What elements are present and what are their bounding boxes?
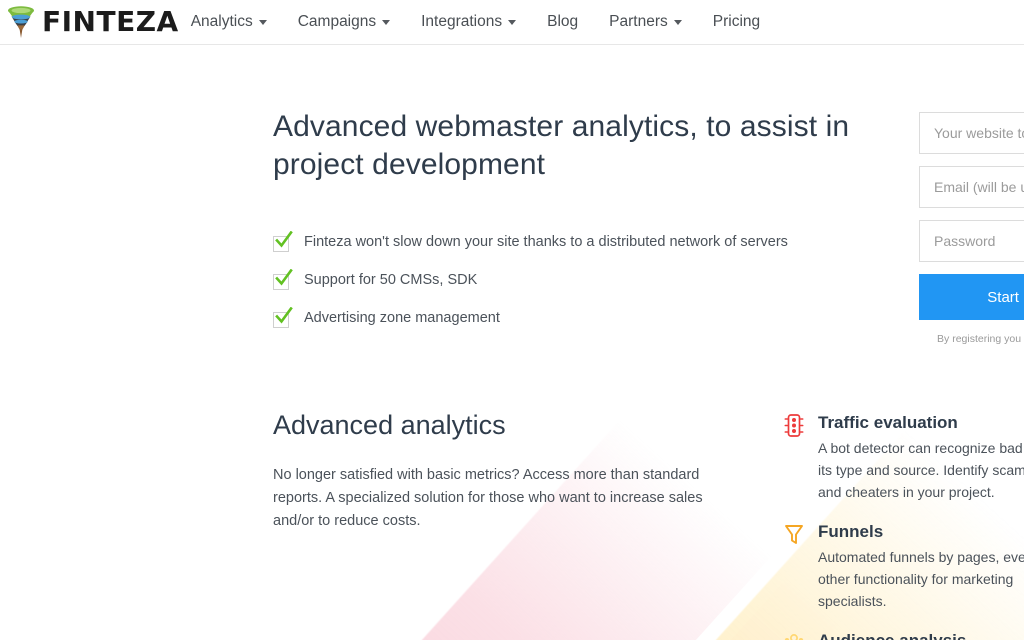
chevron-down-icon	[673, 19, 682, 25]
feature-title: Funnels	[818, 522, 884, 541]
feature-text: A bot detector can recognize bad traffic…	[818, 440, 1024, 500]
feature-title: Audience analysis	[818, 630, 1024, 640]
feature-list: Traffic evaluation A bot detector can re…	[783, 412, 1024, 640]
section-title: Advanced analytics	[273, 410, 506, 440]
nav-item-campaigns[interactable]: Campaigns	[297, 13, 391, 31]
list-item: Support for 50 CMSs, SDK	[273, 269, 873, 291]
traffic-light-icon	[784, 414, 804, 437]
signup-terms-note: By registering you agree to the Terms of…	[937, 333, 1024, 345]
feature-funnels: Funnels Automated funnels by pages, even…	[783, 521, 1024, 612]
hero-title: Advanced webmaster analytics, to assist …	[273, 110, 850, 181]
email-field[interactable]: Email (will be used as a login)	[919, 166, 1024, 208]
nav-label-campaigns: Campaigns	[297, 13, 377, 30]
landing-page: FINTEZA Analytics Campaigns Integrations…	[0, 0, 1024, 640]
chevron-down-icon	[258, 19, 267, 25]
signup-submit-button[interactable]: Start using for free	[919, 274, 1024, 320]
nav-item-integrations[interactable]: Integrations	[421, 13, 517, 31]
funnel-icon	[785, 525, 803, 544]
website-field[interactable]: Your website to analyze	[919, 112, 1024, 154]
funnel-logo-icon	[8, 6, 34, 38]
hero-section: Advanced webmaster analytics, to assist …	[273, 108, 873, 347]
feature-title: Traffic evaluation	[818, 413, 958, 432]
feature-text: Automated funnels by pages, events and o…	[818, 549, 1024, 609]
site-header: FINTEZA Analytics Campaigns Integrations…	[0, 0, 1024, 45]
list-item: Advertising zone management	[273, 307, 873, 329]
nav-label-pricing: Pricing	[712, 13, 761, 30]
audience-group-icon	[784, 634, 804, 640]
password-field[interactable]: Password	[919, 220, 1024, 262]
brand-name: FINTEZA	[42, 5, 179, 38]
feature-body: Audience analysis	[818, 630, 1024, 640]
brand-logo-link[interactable]: FINTEZA	[6, 5, 179, 39]
nav-label-integrations: Integrations	[421, 13, 503, 30]
green-checkmark-icon	[273, 231, 293, 253]
feature-traffic-evaluation: Traffic evaluation A bot detector can re…	[783, 412, 1024, 503]
nav-label-partners: Partners	[609, 13, 668, 30]
nav-label-blog: Blog	[547, 13, 579, 30]
green-checkmark-icon	[273, 269, 293, 291]
chevron-down-icon	[382, 19, 391, 25]
advanced-analytics-section: Advanced analytics No longer satisfied w…	[273, 408, 703, 533]
website-field-placeholder: Your website to analyze	[934, 125, 1024, 141]
hero-bullet-text: Advertising zone management	[304, 310, 500, 326]
nav-label-analytics: Analytics	[190, 13, 253, 30]
main-navigation: Analytics Campaigns Integrations Blog Pa…	[191, 13, 791, 31]
hero-bullet-text: Support for 50 CMSs, SDK	[304, 272, 478, 288]
hero-feature-list: Finteza won't slow down your site thanks…	[273, 231, 873, 329]
green-checkmark-icon	[273, 307, 293, 329]
nav-item-blog[interactable]: Blog	[547, 13, 578, 31]
feature-body: Traffic evaluation A bot detector can re…	[818, 412, 1024, 503]
chevron-down-icon	[508, 19, 517, 25]
section-description: No longer satisfied with basic metrics? …	[273, 467, 703, 529]
list-item: Finteza won't slow down your site thanks…	[273, 231, 873, 253]
email-field-placeholder: Email (will be used as a login)	[934, 179, 1024, 195]
hero-bullet-text: Finteza won't slow down your site thanks…	[304, 234, 788, 250]
feature-audience-analysis: Audience analysis	[783, 630, 1024, 640]
password-field-placeholder: Password	[934, 233, 996, 249]
feature-body: Funnels Automated funnels by pages, even…	[818, 521, 1024, 612]
nav-item-partners[interactable]: Partners	[609, 13, 682, 31]
nav-item-pricing[interactable]: Pricing	[713, 13, 760, 31]
nav-item-analytics[interactable]: Analytics	[191, 13, 267, 31]
signup-form: Your website to analyze Email (will be u…	[919, 112, 1024, 347]
